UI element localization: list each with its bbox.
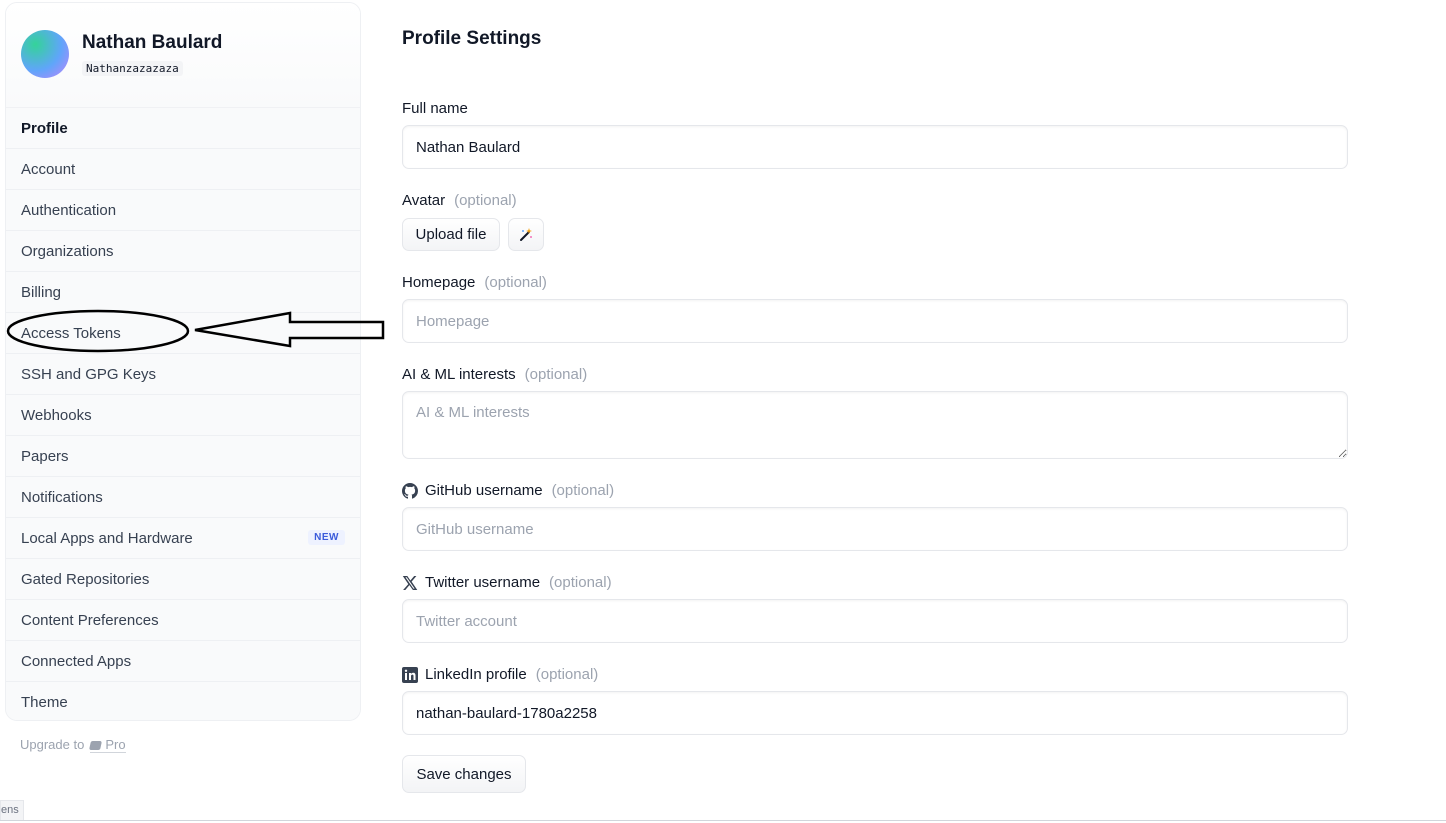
sidebar-item-label: Webhooks <box>21 406 92 424</box>
user-handle: Nathanzazazaza <box>82 61 183 76</box>
twitter-label-text: Twitter username <box>425 574 541 591</box>
new-badge: NEW <box>308 530 345 545</box>
status-tooltip: ens <box>0 800 24 821</box>
github-label: GitHub username (optional) <box>402 482 614 499</box>
homepage-label: Homepage (optional) <box>402 274 547 291</box>
pro-text: Pro <box>105 737 126 752</box>
sidebar-item-label: Gated Repositories <box>21 570 150 588</box>
sidebar-item-gated-repositories[interactable]: Gated Repositories <box>6 559 360 600</box>
settings-nav: Profile Account Authentication Organizat… <box>6 108 360 720</box>
sidebar-item-label: Connected Apps <box>21 652 132 670</box>
sidebar-item-label: Content Preferences <box>21 611 159 629</box>
sidebar-item-profile[interactable]: Profile <box>6 108 360 149</box>
avatar-label: Avatar (optional) <box>402 192 517 209</box>
avatar-label-text: Avatar <box>402 192 446 209</box>
upgrade-text: Upgrade to <box>20 737 85 752</box>
avatar[interactable] <box>21 30 69 78</box>
github-icon <box>402 482 418 499</box>
sidebar-item-label: Billing <box>21 283 62 301</box>
sidebar-item-label: Account <box>21 160 76 178</box>
sidebar-item-local-apps[interactable]: Local Apps and Hardware NEW <box>6 518 360 559</box>
twitter-label: Twitter username (optional) <box>402 574 612 591</box>
optional-tag: (optional) <box>535 666 599 683</box>
interests-label: AI & ML interests (optional) <box>402 366 587 383</box>
save-changes-button[interactable]: Save changes <box>402 755 526 793</box>
full-name-label: Full name <box>402 100 468 117</box>
github-username-input[interactable] <box>402 507 1348 551</box>
annotation-ellipse <box>6 309 190 353</box>
interests-label-text: AI & ML interests <box>402 366 516 383</box>
sidebar-item-ssh-gpg-keys[interactable]: SSH and GPG Keys <box>6 354 360 395</box>
sidebar-item-webhooks[interactable]: Webhooks <box>6 395 360 436</box>
sidebar-item-label: Local Apps and Hardware <box>21 529 193 547</box>
x-icon <box>402 575 418 591</box>
linkedin-profile-input[interactable] <box>402 691 1348 735</box>
sidebar-item-label: Profile <box>21 119 68 137</box>
github-label-text: GitHub username <box>425 482 543 499</box>
sidebar-item-label: SSH and GPG Keys <box>21 365 157 383</box>
twitter-username-input[interactable] <box>402 599 1348 643</box>
optional-tag: (optional) <box>454 192 517 209</box>
generate-avatar-button[interactable] <box>508 218 544 251</box>
sidebar-item-account[interactable]: Account <box>6 149 360 190</box>
optional-tag: (optional) <box>549 574 612 591</box>
sidebar-item-papers[interactable]: Papers <box>6 436 360 477</box>
annotation-overlay <box>6 309 385 353</box>
upload-file-button[interactable]: Upload file <box>402 218 500 251</box>
page-title: Profile Settings <box>402 28 542 49</box>
profile-header: Nathan Baulard Nathanzazazaza <box>6 3 360 108</box>
homepage-label-text: Homepage <box>402 274 476 291</box>
sidebar-item-content-preferences[interactable]: Content Preferences <box>6 600 360 641</box>
full-name-label-text: Full name <box>402 100 468 117</box>
sidebar-item-label: Papers <box>21 447 69 465</box>
annotation-arrow <box>194 311 385 348</box>
homepage-input[interactable] <box>402 299 1348 343</box>
sidebar-item-organizations[interactable]: Organizations <box>6 231 360 272</box>
pro-label: Pro <box>89 737 126 753</box>
bottom-divider <box>0 820 1446 821</box>
user-name: Nathan Baulard <box>82 32 223 53</box>
upgrade-to-pro-link[interactable]: Upgrade to Pro <box>20 737 126 753</box>
sidebar-item-label: Authentication <box>21 201 117 219</box>
optional-tag: (optional) <box>524 366 588 383</box>
sidebar-item-theme[interactable]: Theme <box>6 682 360 720</box>
sidebar-item-connected-apps[interactable]: Connected Apps <box>6 641 360 682</box>
sidebar-item-label: Organizations <box>21 242 114 260</box>
linkedin-label: LinkedIn profile (optional) <box>402 666 598 683</box>
optional-tag: (optional) <box>484 274 547 291</box>
interests-textarea[interactable] <box>402 391 1348 459</box>
pro-icon <box>89 741 103 750</box>
optional-tag: (optional) <box>551 482 615 499</box>
sidebar-item-label: Theme <box>21 693 68 711</box>
sidebar-item-notifications[interactable]: Notifications <box>6 477 360 518</box>
magic-wand-icon <box>520 227 532 241</box>
full-name-input[interactable] <box>402 125 1348 169</box>
linkedin-label-text: LinkedIn profile <box>425 666 527 683</box>
settings-sidebar: Nathan Baulard Nathanzazazaza Profile Ac… <box>5 2 361 721</box>
sidebar-item-authentication[interactable]: Authentication <box>6 190 360 231</box>
sidebar-item-label: Notifications <box>21 488 103 506</box>
linkedin-icon <box>402 666 418 683</box>
